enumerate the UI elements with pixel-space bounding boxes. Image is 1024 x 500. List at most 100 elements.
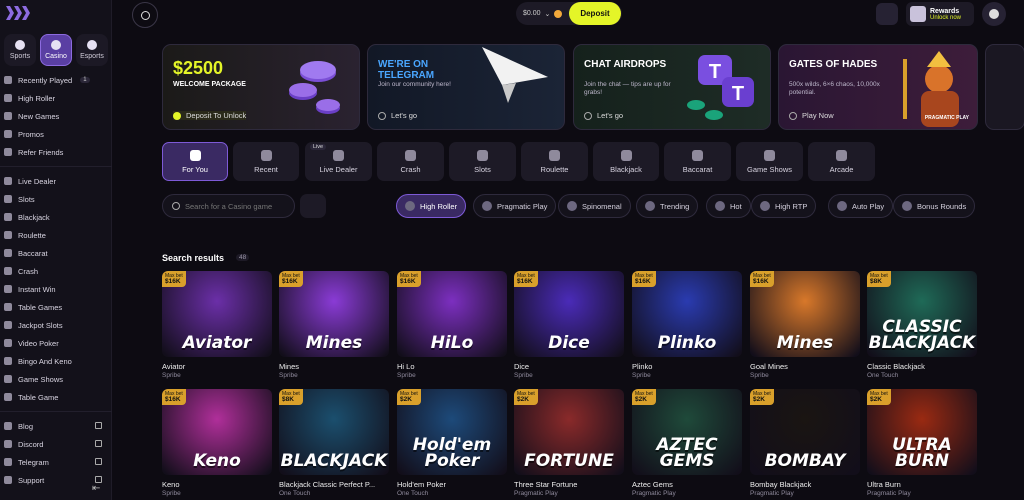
tab-for-you[interactable]: For You (162, 142, 228, 181)
segment-esports[interactable]: Esports (76, 34, 108, 66)
game-card[interactable]: Max bet $2K FORTUNE Three Star Fortune Pragm… (514, 389, 624, 497)
tab-game-shows[interactable]: Game Shows (736, 142, 803, 181)
promo-banner-welcome[interactable]: $2500 WELCOME PACKAGE Deposit To Unlock (162, 44, 360, 130)
coin-icon (554, 9, 563, 18)
sidebar-item-blackjack[interactable]: Blackjack (0, 208, 112, 226)
segment-casino[interactable]: Casino (40, 34, 72, 66)
blackjack-icon (620, 149, 632, 161)
game-thumbnail[interactable]: Max bet $2K ULTRA BURN (867, 389, 977, 475)
rewards-button[interactable]: Rewards Unlock now (906, 2, 974, 26)
tab-live-dealer[interactable]: Live Live Dealer (305, 142, 372, 181)
game-card[interactable]: Max bet $16K Mines Mines Spribe (279, 271, 389, 379)
sidebar-item-discord[interactable]: Discord (0, 435, 112, 453)
game-thumbnail[interactable]: Max bet $8K BLACKJACK (279, 389, 389, 475)
logo-icon[interactable] (6, 6, 32, 20)
sidebar-item-recently-played[interactable]: Recently Played 1 (0, 71, 112, 89)
deposit-to-unlock-link[interactable]: Deposit To Unlock (173, 111, 247, 120)
sidebar-item-bingo-and-keno[interactable]: Bingo And Keno (0, 352, 112, 370)
blackjack-icon (4, 213, 12, 221)
sidebar-item-crash[interactable]: Crash (0, 262, 112, 280)
pragmatic-play-icon (482, 201, 492, 211)
sidebar-item-roulette[interactable]: Roulette (0, 226, 112, 244)
tether-coins-illustration: T T (687, 55, 754, 120)
promo-banner-chat-airdrops[interactable]: CHAT AIRDROPS Join the chat — tips are u… (573, 44, 771, 130)
filter-settings-button[interactable] (300, 194, 326, 218)
game-thumbnail[interactable]: Max bet $16K Plinko (632, 271, 742, 357)
filter-high-roller[interactable]: High Roller (396, 194, 467, 218)
sidebar-item-table-game[interactable]: Table Game (0, 388, 112, 406)
game-search-field[interactable] (162, 194, 295, 218)
sidebar-item-jackpot-slots[interactable]: Jackpot Slots (0, 316, 112, 334)
filter-pragmatic-play[interactable]: Pragmatic Play (473, 194, 557, 218)
filter-high-rtp[interactable]: High RTP (751, 194, 817, 218)
game-thumbnail[interactable]: Max bet $16K Mines (750, 271, 860, 357)
sidebar-item-instant-win[interactable]: Instant Win (0, 280, 112, 298)
deposit-button[interactable]: Deposit (569, 2, 621, 25)
game-art-title: BOMBAY (764, 451, 846, 471)
gift-icon (910, 6, 926, 22)
promo-banner-telegram[interactable]: WE'RE ON TELEGRAM Join our community her… (367, 44, 565, 130)
game-thumbnail[interactable]: Max bet $16K Keno (162, 389, 272, 475)
search-input[interactable] (185, 201, 285, 211)
tab-recent[interactable]: Recent (233, 142, 299, 181)
game-card[interactable]: Max bet $2K ULTRA BURN Ultra Burn Pragmatic … (867, 389, 977, 497)
game-thumbnail[interactable]: Max bet $2K Hold'em Poker (397, 389, 507, 475)
global-search-button[interactable] (132, 2, 158, 28)
tab-roulette[interactable]: Roulette (521, 142, 588, 181)
game-card[interactable]: Max bet $8K CLASSIC BLACKJACK Classic Black… (867, 271, 977, 379)
sidebar-item-refer-friends[interactable]: Refer Friends (0, 143, 112, 161)
game-thumbnail[interactable]: Max bet $16K Aviator (162, 271, 272, 357)
sidebar-item-live-dealer[interactable]: Live Dealer (0, 172, 112, 190)
promo-banner-next[interactable] (985, 44, 1024, 130)
game-thumbnail[interactable]: Max bet $2K FORTUNE (514, 389, 624, 475)
sidebar-item-game-shows[interactable]: Game Shows (0, 370, 112, 388)
game-card[interactable]: Max bet $2K Hold'em Poker Hold'em Poker One … (397, 389, 507, 497)
sidebar-item-video-poker[interactable]: Video Poker (0, 334, 112, 352)
blog-icon (4, 422, 12, 430)
sidebar-item-promos[interactable]: Promos (0, 125, 112, 143)
game-thumbnail[interactable]: Max bet $2K BOMBAY (750, 389, 860, 475)
tab-crash[interactable]: Crash (377, 142, 444, 181)
game-thumbnail[interactable]: Max bet $2K AZTEC GEMS (632, 389, 742, 475)
game-thumbnail[interactable]: Max bet $16K Mines (279, 271, 389, 357)
sidebar-item-high-roller[interactable]: High Roller (0, 89, 112, 107)
tab-baccarat[interactable]: Baccarat (664, 142, 731, 181)
avatar[interactable] (982, 2, 1006, 26)
game-card[interactable]: Max bet $16K Dice Dice Spribe (514, 271, 624, 379)
game-thumbnail[interactable]: Max bet $8K CLASSIC BLACKJACK (867, 271, 977, 357)
play-now-link[interactable]: Play Now (789, 111, 834, 120)
lets-go-link[interactable]: Let's go (378, 111, 417, 120)
promo-banner-gates-of-hades[interactable]: GATES OF HADES 500x wilds, 6×6 chaos, 10… (778, 44, 978, 130)
game-card[interactable]: Max bet $16K Keno Keno Spribe (162, 389, 272, 497)
chat-button[interactable] (876, 3, 898, 25)
game-thumbnail[interactable]: Max bet $16K Dice (514, 271, 624, 357)
segment-sports[interactable]: Sports (4, 34, 36, 66)
filter-bonus-rounds[interactable]: Bonus Rounds (893, 194, 976, 218)
game-card[interactable]: Max bet $2K AZTEC GEMS Aztec Gems Pragmatic … (632, 389, 742, 497)
game-card[interactable]: Max bet $2K BOMBAY Bombay Blackjack Pragmati… (750, 389, 860, 497)
filter-auto-play[interactable]: Auto Play (828, 194, 894, 218)
sidebar-item-slots[interactable]: Slots (0, 190, 112, 208)
filter-trending[interactable]: Trending (636, 194, 699, 218)
game-card[interactable]: Max bet $16K Aviator Aviator Spribe (162, 271, 272, 379)
game-thumbnail[interactable]: Max bet $16K HiLo (397, 271, 507, 357)
filter-spinomenal[interactable]: Spinomenal (558, 194, 631, 218)
sidebar-item-telegram[interactable]: Telegram (0, 453, 112, 471)
tab-blackjack[interactable]: Blackjack (593, 142, 659, 181)
game-card[interactable]: Max bet $16K Plinko Plinko Spribe (632, 271, 742, 379)
game-card[interactable]: Max bet $8K BLACKJACK Blackjack Classic Per… (279, 389, 389, 497)
collapse-sidebar-icon[interactable]: ⇤ (92, 483, 100, 494)
sidebar-item-new-games[interactable]: New Games (0, 107, 112, 125)
tab-arcade[interactable]: Arcade (808, 142, 875, 181)
live-badge: Live (310, 144, 327, 150)
lets-go-link[interactable]: Let's go (584, 111, 623, 120)
filter-hot[interactable]: Hot (706, 194, 751, 218)
tab-slots[interactable]: Slots (449, 142, 516, 181)
game-card[interactable]: Max bet $16K HiLo Hi Lo Spribe (397, 271, 507, 379)
sidebar-item-baccarat[interactable]: Baccarat (0, 244, 112, 262)
game-shows-icon (4, 375, 12, 383)
game-card[interactable]: Max bet $16K Mines Goal Mines Spribe (750, 271, 860, 379)
game-art-title: Keno (193, 451, 241, 471)
sidebar-item-table-games[interactable]: Table Games (0, 298, 112, 316)
sidebar-item-blog[interactable]: Blog (0, 417, 112, 435)
